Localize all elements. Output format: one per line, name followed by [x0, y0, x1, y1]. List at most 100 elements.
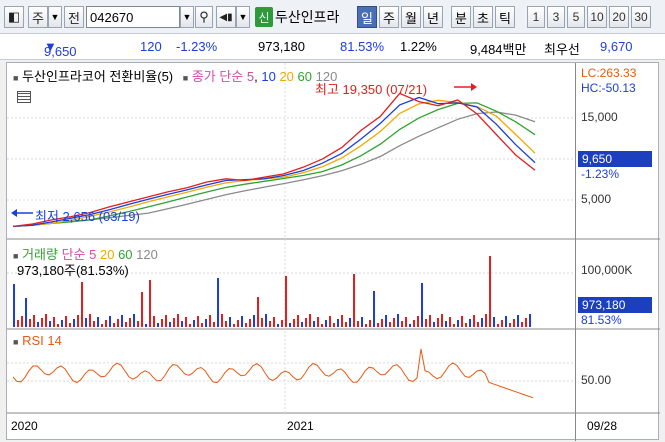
kind-select[interactable]: 전	[64, 6, 84, 28]
volume-bar	[177, 314, 179, 327]
current-price-pct: -1.23%	[581, 167, 620, 181]
rsi-panel-title: RSI 14	[22, 333, 62, 348]
stock-code-input[interactable]: 042670	[86, 6, 180, 28]
volume-bar	[301, 322, 303, 327]
volume-bar	[49, 321, 51, 327]
code-dropdown-icon[interactable]: ▼	[180, 6, 194, 28]
volume-bar	[221, 314, 223, 327]
volume-bar	[361, 317, 363, 327]
volume-bar	[497, 324, 499, 327]
volume-bar	[225, 321, 227, 327]
period-second[interactable]: 초	[473, 6, 493, 28]
volume-bar	[337, 319, 339, 327]
volume-bar	[265, 314, 267, 327]
volume-bar	[481, 318, 483, 327]
interval-30-button[interactable]: 30	[631, 6, 651, 28]
volume-bar	[41, 318, 43, 327]
legend-marker-icon: ■	[13, 337, 19, 347]
volume-bar	[33, 315, 35, 327]
volume-bar	[117, 319, 119, 327]
period-monthly[interactable]: 월	[401, 6, 421, 28]
interval-5-button[interactable]: 5	[567, 6, 585, 28]
y-tick-15000: 15,000	[581, 110, 618, 124]
market-select[interactable]: 주	[28, 6, 48, 28]
window-menu-icon[interactable]: ◧	[4, 6, 24, 28]
volume-bar	[165, 315, 167, 327]
volume-bar	[417, 316, 419, 327]
volume-bar	[473, 315, 475, 327]
volume-bar	[213, 322, 215, 327]
high-annotation: 최고 19,350 (07/21)	[315, 82, 428, 97]
volume-bar	[45, 314, 47, 327]
volume-bar	[413, 320, 415, 327]
period-label: 틱	[499, 10, 511, 26]
volume-bar	[329, 316, 331, 327]
chart-area[interactable]: ■ 두산인프라코어 전환비율(5) ■ 종가 단순 5, 10 20 60 12…	[6, 62, 660, 441]
volume-bar	[297, 315, 299, 327]
volume-bar	[505, 316, 507, 327]
volume-bar	[509, 323, 511, 327]
volume-bar	[73, 319, 75, 327]
x-end-date: 09/28	[587, 419, 618, 433]
volume-bar	[233, 324, 235, 327]
volume-bar	[325, 320, 327, 327]
search-icon[interactable]: ⚲	[195, 6, 213, 28]
interval-3-button[interactable]: 3	[547, 6, 565, 28]
volume-bar	[489, 256, 491, 327]
interval-1-button[interactable]: 1	[527, 6, 545, 28]
interval-20-button[interactable]: 20	[609, 6, 629, 28]
current-price: 9,650 ▼	[44, 39, 77, 59]
speaker-icon[interactable]: ◀▮	[216, 6, 236, 28]
speaker-dropdown-icon[interactable]: ▼	[236, 6, 250, 28]
volume-bar	[205, 319, 207, 327]
volume-bar	[93, 321, 95, 327]
volume-bar	[65, 316, 67, 327]
period-yearly[interactable]: 년	[423, 6, 443, 28]
rsi-line	[12, 348, 534, 399]
volume-ratio: 81.53%	[340, 39, 385, 54]
volume-bar	[465, 323, 467, 327]
period-tick[interactable]: 틱	[495, 6, 515, 28]
volume-bar	[97, 317, 99, 327]
volume-bar	[125, 322, 127, 327]
volume-bar	[13, 284, 15, 327]
volume-bar	[405, 317, 407, 327]
volume-bar	[193, 320, 195, 327]
volume-bar	[477, 322, 479, 327]
volume-bar	[381, 319, 383, 327]
volume-bar	[181, 321, 183, 327]
volume-bar	[277, 324, 279, 327]
period-daily[interactable]: 일	[357, 6, 377, 28]
interval-label: 5	[572, 10, 580, 24]
volume-bar	[217, 278, 219, 327]
volume-bar	[309, 314, 311, 327]
interval-label: 3	[552, 10, 560, 24]
volume-bar	[469, 319, 471, 327]
interval-label: 20	[612, 10, 626, 24]
volume-bar	[121, 315, 123, 327]
volume-bar	[285, 276, 287, 327]
toolbar: ◧ 주 ▼ 전 042670 ▼ ⚲ ◀▮ ▼ 신 두산인프라 일 주 월 년 …	[0, 0, 665, 34]
volume-bar	[253, 315, 255, 327]
period-minute[interactable]: 분	[451, 6, 471, 28]
stock-code-value: 042670	[90, 9, 134, 25]
market-dropdown-icon[interactable]: ▼	[48, 6, 62, 28]
period-weekly[interactable]: 주	[379, 6, 399, 28]
volume-bar	[53, 317, 55, 327]
volume-bar	[209, 315, 211, 327]
volume-bar	[485, 314, 487, 327]
best-price-value: 9,670	[600, 39, 633, 54]
grid-lines	[7, 63, 575, 413]
table-view-icon[interactable]	[17, 91, 31, 103]
volume-bar	[457, 320, 459, 327]
volume-bar	[389, 322, 391, 327]
high-arrow-head-icon	[471, 83, 477, 91]
volume-sub: 973,180주(81.53%)	[17, 263, 129, 278]
period-label: 초	[477, 10, 489, 26]
volume-bar	[401, 321, 403, 327]
volume-bar	[161, 319, 163, 327]
volume-bar	[445, 321, 447, 327]
volume-bar	[169, 322, 171, 327]
price-change-pct: -1.23%	[176, 39, 218, 54]
interval-10-button[interactable]: 10	[587, 6, 607, 28]
